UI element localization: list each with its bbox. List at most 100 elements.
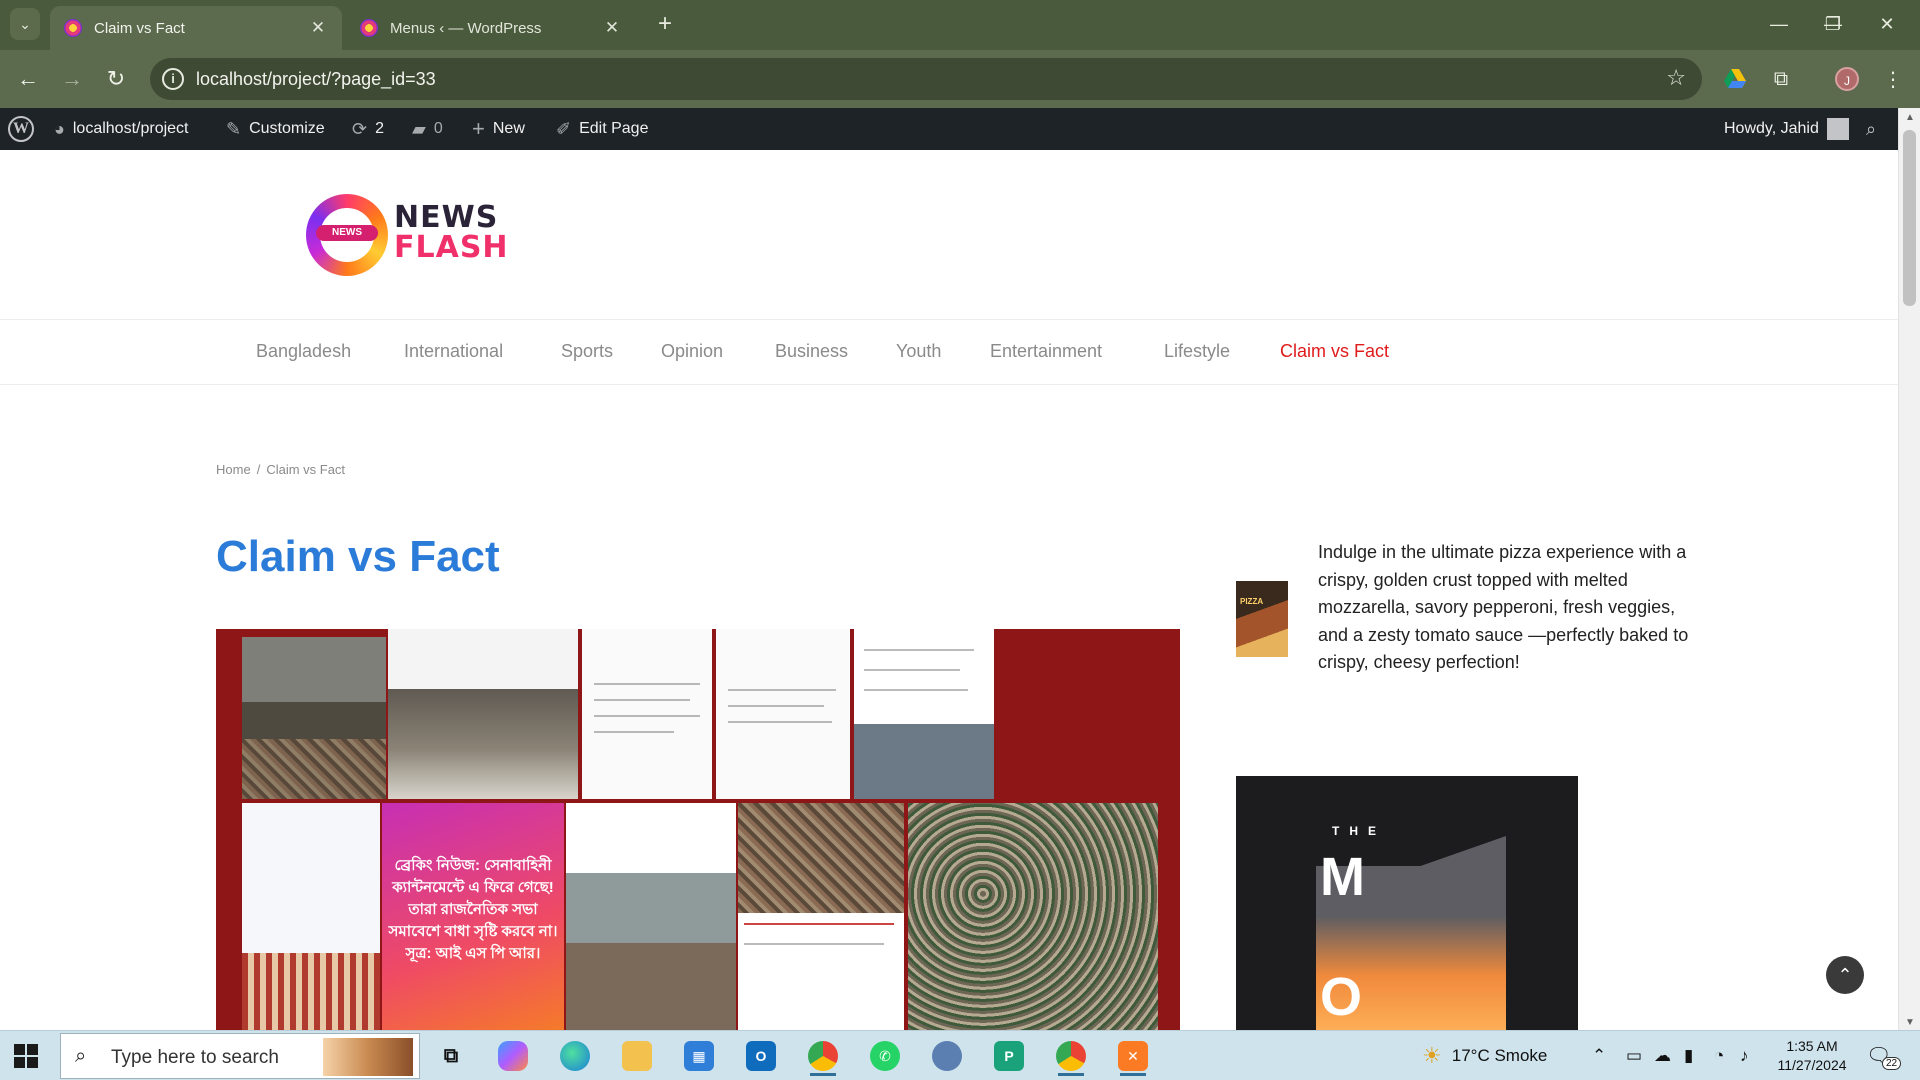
breadcrumb: Home / Claim vs Fact — [216, 462, 345, 477]
screen: ⌄ Claim vs Fact ✕ Menus ‹ — WordPress ✕ … — [0, 0, 1920, 1080]
show-hidden-icons-chevron-icon[interactable]: ⌃ — [1592, 1031, 1606, 1080]
search-icon: ⌕ — [75, 1045, 87, 1067]
battery-icon[interactable]: ▮ — [1684, 1031, 1693, 1080]
admin-new-label: New — [492, 120, 525, 137]
device-icon[interactable]: ▭ — [1626, 1031, 1642, 1080]
menu-item-lifestyle[interactable]: Lifestyle — [1164, 341, 1230, 362]
browser-menu-kebab-icon[interactable]: ⋮ — [1878, 64, 1908, 94]
address-bar[interactable]: i localhost/project/?page_id=33 ☆ — [150, 58, 1702, 100]
site-info-icon[interactable]: i — [162, 68, 184, 90]
microsoft-store-icon[interactable]: ▦ — [676, 1036, 722, 1076]
outlook-icon[interactable]: O — [738, 1036, 784, 1076]
browser-toolbar: ← → ↻ i localhost/project/?page_id=33 ☆ … — [0, 50, 1920, 108]
task-view-icon[interactable]: ⧉ — [428, 1036, 474, 1076]
whatsapp-icon[interactable]: ✆ — [862, 1036, 908, 1076]
url-text[interactable]: localhost/project/?page_id=33 — [196, 69, 436, 90]
admin-search-icon[interactable]: ⌕ — [1866, 108, 1876, 150]
weather-widget[interactable]: ☀ 17°C Smoke — [1422, 1031, 1547, 1080]
breadcrumb-home-link[interactable]: Home — [216, 462, 251, 477]
menu-item-youth[interactable]: Youth — [896, 341, 941, 362]
pizza-ad-thumb-label: PIZZA — [1240, 597, 1264, 606]
clock-date: 11/27/2024 — [1777, 1057, 1847, 1073]
tab-search-chevron-icon[interactable]: ⌄ — [10, 8, 40, 40]
menu-item-opinion[interactable]: Opinion — [661, 341, 723, 362]
onedrive-icon[interactable]: ☁ — [1654, 1031, 1671, 1080]
copilot-icon[interactable] — [490, 1036, 536, 1076]
clock-time: 1:35 AM — [1786, 1038, 1838, 1054]
pizza-ad-thumbnail[interactable]: PIZZA — [1236, 581, 1288, 657]
scroll-up-arrow-icon[interactable]: ▲ — [1905, 112, 1915, 123]
pizza-ad-text: Indulge in the ultimate pizza experience… — [1318, 542, 1689, 672]
sidebar-promo-image[interactable]: THE M O — [1236, 776, 1578, 1030]
admin-customize-link[interactable]: ✎ Customize — [226, 108, 325, 150]
wp-admin-bar: W ◕ localhost/project ✎ Customize ⟳ 2 ▰ … — [0, 108, 1898, 150]
dashboard-gauge-icon: ◕ — [54, 118, 65, 139]
scroll-down-arrow-icon[interactable]: ▼ — [1905, 1017, 1915, 1028]
comment-bubble-icon: ▰ — [412, 118, 426, 139]
collage-social-post — [242, 803, 380, 1030]
chrome-profile-icon[interactable] — [1048, 1036, 1094, 1076]
collage-social-post — [738, 913, 904, 1030]
windows-start-icon[interactable] — [14, 1044, 38, 1068]
menu-item-claim-vs-fact[interactable]: Claim vs Fact — [1280, 341, 1389, 362]
file-explorer-icon[interactable] — [614, 1036, 660, 1076]
tab-menus-wordpress[interactable]: Menus ‹ — WordPress ✕ — [346, 6, 636, 50]
volume-icon[interactable]: ♪ — [1740, 1031, 1749, 1080]
media-app-icon[interactable] — [924, 1036, 970, 1076]
site-logo[interactable]: NEWS NEWS FLASH — [306, 192, 509, 276]
page-scrollbar[interactable]: ▲ ▼ — [1898, 108, 1920, 1030]
app-p-icon[interactable]: P — [986, 1036, 1032, 1076]
menu-item-business[interactable]: Business — [775, 341, 848, 362]
promo-letter-m: M — [1320, 847, 1365, 907]
wifi-icon[interactable]: ◔ — [1714, 1031, 1724, 1080]
promo-the-label: THE — [1332, 824, 1386, 838]
admin-comments-link[interactable]: ▰ 0 — [412, 108, 443, 150]
tab-close-icon[interactable]: ✕ — [308, 18, 328, 38]
taskbar-clock[interactable]: 1:35 AM 11/27/2024 — [1764, 1037, 1860, 1075]
breadcrumb-separator: / — [256, 462, 261, 477]
site-page: NEWS NEWS FLASH Bangladesh International… — [0, 150, 1898, 1030]
admin-updates-count: 2 — [375, 120, 384, 137]
tab-close-icon[interactable]: ✕ — [602, 18, 622, 38]
extensions-puzzle-icon[interactable]: ⧉ — [1766, 64, 1796, 94]
howdy-label: Howdy, Jahid — [1724, 120, 1819, 137]
notification-count: 22 — [1882, 1057, 1902, 1070]
notifications-icon[interactable]: 🗨 22 — [1866, 1043, 1902, 1071]
bookmark-star-icon[interactable]: ☆ — [1666, 65, 1686, 91]
menu-item-entertainment[interactable]: Entertainment — [990, 341, 1102, 362]
logo-wordmark-line2: FLASH — [394, 230, 509, 265]
pencil-icon: ✐ — [556, 118, 572, 139]
minimize-icon[interactable]: — — [1756, 8, 1802, 40]
scroll-thumb[interactable] — [1903, 130, 1916, 306]
close-window-icon[interactable]: ✕ — [1864, 8, 1910, 40]
edge-browser-icon[interactable] — [552, 1036, 598, 1076]
updates-refresh-icon: ⟳ — [352, 118, 368, 139]
profile-initial: J — [1835, 67, 1859, 91]
collage-social-post — [854, 629, 994, 799]
admin-updates-link[interactable]: ⟳ 2 — [352, 108, 384, 150]
admin-customize-label: Customize — [249, 120, 325, 137]
admin-edit-page-link[interactable]: ✐ Edit Page — [556, 108, 648, 150]
taskbar-search-box[interactable]: ⌕ Type here to search — [60, 1033, 420, 1079]
reload-icon[interactable]: ↻ — [100, 63, 132, 95]
menu-item-sports[interactable]: Sports — [561, 341, 613, 362]
admin-new-link[interactable]: + New — [472, 108, 525, 150]
wordpress-logo-icon[interactable]: W — [8, 108, 34, 150]
xampp-icon[interactable]: ✕ — [1110, 1036, 1156, 1076]
google-drive-icon[interactable] — [1720, 64, 1750, 94]
tab-claim-vs-fact[interactable]: Claim vs Fact ✕ — [50, 6, 342, 50]
tab-label: Claim vs Fact — [94, 19, 185, 37]
forward-arrow-icon[interactable]: → — [56, 63, 88, 95]
logo-badge: NEWS — [316, 225, 378, 241]
chrome-icon[interactable] — [800, 1036, 846, 1076]
new-tab-plus-icon[interactable]: + — [652, 12, 678, 38]
admin-account-menu[interactable]: Howdy, Jahid — [1724, 108, 1849, 150]
profile-avatar[interactable]: J — [1832, 64, 1862, 94]
admin-site-link[interactable]: ◕ localhost/project — [54, 108, 189, 150]
plus-icon: + — [472, 116, 485, 141]
menu-item-international[interactable]: International — [404, 341, 503, 362]
scroll-to-top-chevron-icon[interactable]: ⌃ — [1826, 956, 1864, 994]
back-arrow-icon[interactable]: ← — [12, 63, 44, 95]
restore-icon[interactable]: ❐ — [1810, 8, 1856, 40]
menu-item-bangladesh[interactable]: Bangladesh — [256, 341, 351, 362]
